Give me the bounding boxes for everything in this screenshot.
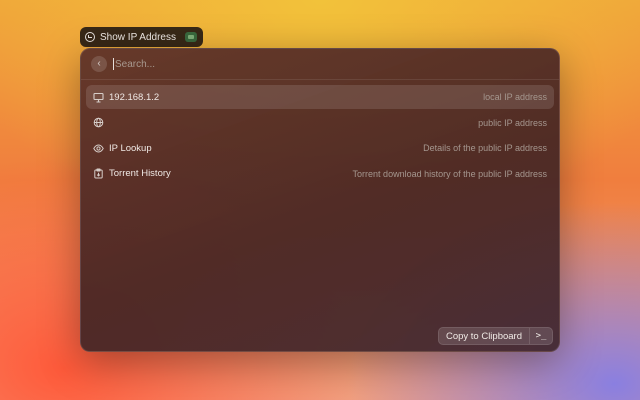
copy-to-clipboard-button[interactable]: Copy to Clipboard bbox=[439, 328, 529, 344]
list-item-ip-lookup[interactable]: IP Lookup Details of the public IP addre… bbox=[86, 136, 554, 160]
action-bar: Copy to Clipboard >_ bbox=[81, 321, 559, 351]
actions-menu-button[interactable]: >_ bbox=[530, 328, 552, 344]
list-item-subtitle: public IP address bbox=[478, 117, 547, 128]
extension-badge-icon bbox=[184, 32, 197, 42]
text-caret bbox=[113, 58, 114, 70]
clock-check-icon bbox=[85, 32, 95, 42]
command-chip: Show IP Address bbox=[80, 27, 203, 47]
list-item-title: Torrent History bbox=[109, 168, 171, 179]
list-item-local-ip[interactable]: 192.168.1.2 local IP address bbox=[86, 85, 554, 109]
list-item-subtitle: local IP address bbox=[483, 92, 547, 102]
list-item-subtitle: Torrent download history of the public I… bbox=[352, 168, 547, 179]
search-input[interactable] bbox=[115, 58, 495, 70]
back-button[interactable]: ‹ bbox=[91, 56, 107, 72]
list-item-title: IP Lookup bbox=[109, 142, 152, 154]
action-group: Copy to Clipboard >_ bbox=[437, 327, 553, 345]
eye-icon bbox=[93, 143, 104, 154]
list-item-title: 192.168.1.2 bbox=[109, 91, 160, 103]
launcher-window: ‹ 192.168.1.2 local IP address bbox=[80, 48, 560, 352]
list-item-subtitle: Details of the public IP address bbox=[423, 143, 547, 153]
list-item-torrent-history[interactable]: Torrent History Torrent download history… bbox=[86, 162, 554, 186]
monitor-icon bbox=[93, 92, 104, 103]
command-title: Show IP Address bbox=[100, 31, 176, 43]
globe-icon bbox=[93, 117, 104, 128]
chevron-left-icon: ‹ bbox=[97, 58, 101, 69]
search-bar: ‹ bbox=[81, 49, 559, 80]
clipboard-icon bbox=[93, 168, 104, 179]
list-item-public-ip[interactable]: public IP address bbox=[86, 111, 554, 135]
results-list: 192.168.1.2 local IP address public IP a… bbox=[81, 80, 559, 192]
